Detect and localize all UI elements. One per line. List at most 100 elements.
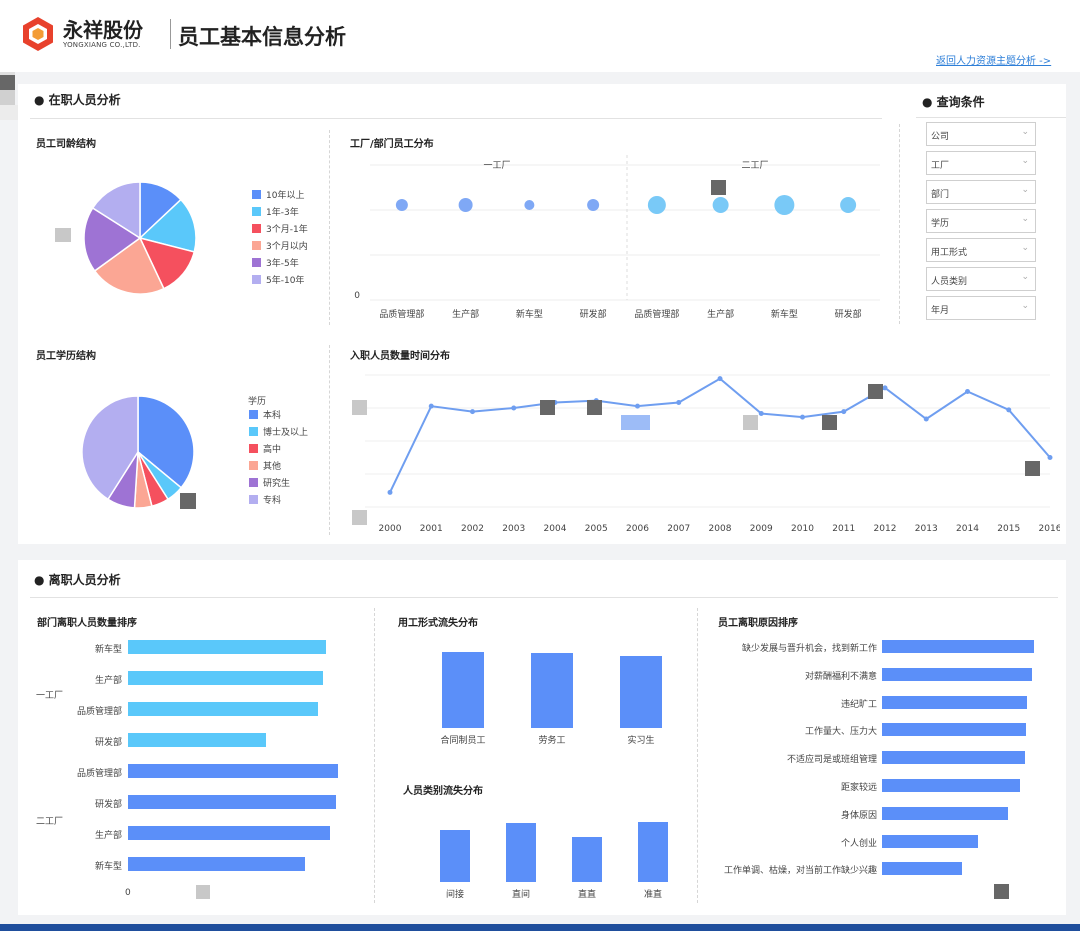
hiring-line-chart: 2000200120022003200420052006200720082009… — [345, 365, 1060, 540]
x-tick-label: 品质管理部 — [379, 308, 424, 320]
x-tick-label: 间接 — [430, 887, 480, 900]
dept-turnover-bar — [128, 702, 318, 716]
legend-swatch — [252, 207, 261, 216]
legend-label: 研究生 — [263, 476, 290, 489]
bubble-point — [396, 199, 408, 211]
active-section-title: ● 在职人员分析 — [34, 91, 121, 108]
x-tick-label: 2010 — [791, 524, 814, 534]
bar-label: 生产部 — [95, 828, 122, 841]
redacted-label — [1025, 461, 1040, 476]
bubble-point — [648, 196, 666, 214]
chevron-down-icon: ⌄ — [1021, 156, 1029, 166]
data-point — [800, 415, 805, 420]
filter-label: 公司 — [931, 129, 949, 142]
bar-label: 品质管理部 — [77, 704, 122, 717]
filters-separator — [899, 124, 900, 324]
category-turnover-title: 人员类别流失分布 — [403, 782, 483, 797]
y-tick-label: 0 — [354, 291, 360, 301]
redacted-label — [587, 400, 602, 415]
filter-dropdown[interactable]: 用工形式 ⌄ — [926, 238, 1036, 262]
reason-label: 工作单调、枯燥，对当前工作缺少兴趣 — [724, 863, 877, 876]
legend-label: 5年-10年 — [266, 273, 304, 286]
chevron-down-icon: ⌄ — [1021, 272, 1029, 282]
filter-label: 年月 — [931, 303, 949, 316]
x-tick-label: 2013 — [915, 524, 938, 534]
filter-dropdown[interactable]: 部门⌄ — [926, 180, 1036, 204]
reason-bar — [882, 640, 1034, 653]
back-to-hr-analysis-link[interactable]: 返回人力资源主题分析 -> — [936, 52, 1051, 67]
header-divider — [170, 19, 171, 49]
x-tick-label: 2007 — [667, 524, 690, 534]
legend-label: 高中 — [263, 442, 281, 455]
bar-label: 新车型 — [95, 642, 122, 655]
reason-label: 距家较远 — [841, 780, 877, 793]
bar-label: 新车型 — [95, 859, 122, 872]
turnover-section-title: ● 离职人员分析 — [34, 571, 121, 588]
reason-bar — [882, 668, 1032, 681]
data-point — [718, 376, 723, 381]
filter-dropdown[interactable]: 学历 ⌄ — [926, 209, 1036, 233]
data-point — [635, 404, 640, 409]
legend-label: 专科 — [263, 493, 281, 506]
turnover-column — [440, 830, 470, 882]
bar-label: 研发部 — [95, 735, 122, 748]
bubble-point — [713, 197, 729, 213]
dept-turnover-bar — [128, 795, 336, 809]
group-label: 一工厂 — [483, 160, 510, 171]
redacted-label — [55, 228, 71, 242]
legend-label: 本科 — [263, 408, 281, 421]
factory-chart-title: 工厂/部门员工分布 — [350, 135, 434, 150]
group-label: 二工厂 — [36, 814, 63, 827]
tenure-chart-title: 员工司龄结构 — [36, 135, 96, 150]
reason-label: 不适应司是或班组管理 — [787, 752, 877, 765]
redacted-label — [711, 180, 726, 195]
x-tick-label: 研发部 — [835, 308, 862, 320]
x-tick-label: 直间 — [496, 887, 546, 900]
chevron-down-icon: ⌄ — [1021, 214, 1029, 224]
legend-label: 3个月以内 — [266, 239, 308, 252]
legend-swatch — [252, 258, 261, 267]
bar-label: 研发部 — [95, 797, 122, 810]
data-point — [1006, 407, 1011, 412]
chevron-down-icon: ⌄ — [1021, 185, 1029, 195]
active-separator-top — [329, 130, 330, 325]
redacted-label — [540, 400, 555, 415]
filter-label: 用工形式 — [931, 245, 967, 258]
data-point — [1048, 455, 1053, 460]
redacted-label — [822, 415, 837, 430]
chevron-down-icon: ⌄ — [1021, 243, 1029, 253]
filter-dropdown[interactable]: 人员类别 ⌄ — [926, 267, 1036, 291]
bubble-point — [774, 195, 794, 215]
legend-label: 3个月-1年 — [266, 222, 308, 235]
x-tick-label: 研发部 — [580, 308, 607, 320]
redacted-label — [868, 384, 883, 399]
chevron-down-icon: ⌄ — [1021, 127, 1029, 137]
x-tick-label: 生产部 — [452, 308, 479, 320]
group-label: 二工厂 — [741, 160, 768, 171]
redacted-label — [352, 400, 367, 415]
filter-label: 工厂 — [931, 158, 949, 171]
reason-bar — [882, 723, 1026, 736]
reason-label: 缺少发展与晋升机会，找到新工作 — [742, 641, 877, 654]
turnover-column — [638, 822, 668, 882]
hiring-chart-title: 入职人员数量时间分布 — [350, 347, 450, 362]
filter-dropdown[interactable]: 公司 ⌄ — [926, 122, 1036, 146]
filters-title: ● 查询条件 — [922, 93, 985, 110]
data-point — [388, 490, 393, 495]
dept-turnover-title: 部门离职人员数量排序 — [37, 614, 137, 629]
legend-swatch — [249, 444, 258, 453]
dept-turnover-bar — [128, 671, 323, 685]
filter-label: 学历 — [931, 216, 949, 229]
legend-swatch — [249, 461, 258, 470]
filter-dropdown[interactable]: 年月⌄ — [926, 296, 1036, 320]
x-tick-label: 合同制员工 — [438, 733, 488, 746]
filter-dropdown[interactable]: 工厂 ⌄ — [926, 151, 1036, 175]
turnover-section-title-text: 离职人员分析 — [49, 573, 121, 587]
filter-label: 人员类别 — [931, 274, 967, 287]
x-tick-label: 0 — [125, 888, 131, 898]
filters-underline — [916, 117, 1066, 118]
reason-bar — [882, 835, 978, 848]
turnover-column — [506, 823, 536, 882]
dept-turnover-bar — [128, 857, 305, 871]
legend-label: 10年以上 — [266, 188, 304, 201]
